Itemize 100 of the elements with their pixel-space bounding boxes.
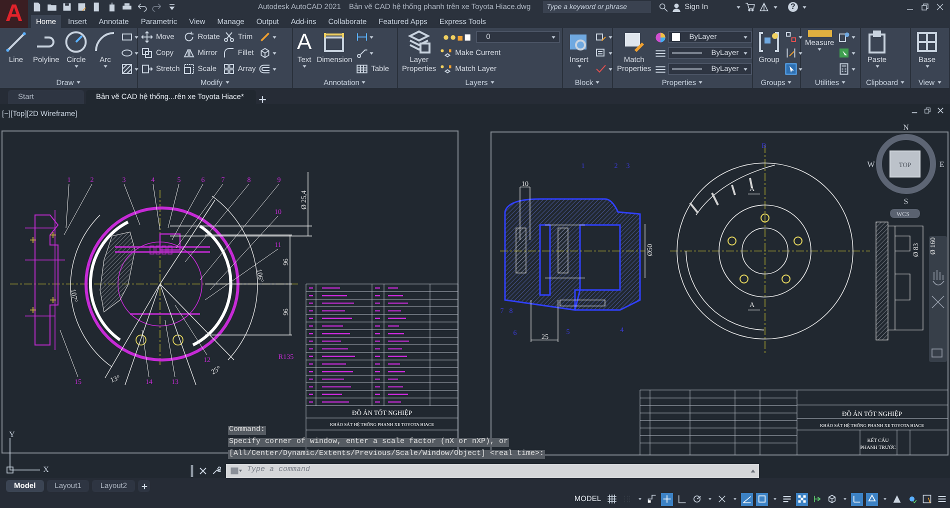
tool-button[interactable] — [838, 46, 856, 60]
fillet-icon — [222, 47, 235, 59]
caret-icon — [743, 50, 748, 56]
transparency-icon — [797, 494, 807, 504]
caret-icon — [851, 66, 856, 72]
caret-icon — [798, 50, 803, 56]
tool-button[interactable] — [121, 62, 140, 76]
caret-icon — [369, 34, 374, 40]
cursor-icon — [662, 494, 672, 504]
print-icon[interactable] — [122, 2, 132, 12]
undo-icon[interactable] — [137, 2, 147, 12]
compass-north: N — [903, 123, 909, 132]
tool-button[interactable] — [258, 46, 277, 60]
caret-icon — [842, 496, 848, 502]
grip-icon[interactable] — [190, 464, 194, 476]
save-as-icon[interactable] — [77, 2, 87, 12]
swatch-icon — [672, 33, 680, 41]
caret-icon — [224, 80, 230, 85]
new-layout-button[interactable] — [138, 480, 150, 492]
caret-icon — [490, 80, 495, 85]
zoom-icon[interactable] — [932, 296, 944, 308]
compass-ring[interactable] — [876, 134, 936, 194]
hand-icon[interactable] — [932, 270, 944, 286]
caret-icon — [773, 4, 778, 10]
tool-button[interactable] — [785, 46, 803, 60]
dimension-icon — [322, 30, 346, 54]
mirror-icon — [182, 47, 195, 59]
select-icon — [838, 47, 850, 59]
upload-icon[interactable] — [107, 2, 117, 12]
status-toggle[interactable] — [891, 492, 903, 506]
pencil-icon — [258, 31, 271, 43]
group-select-icon — [785, 63, 797, 75]
scissors-icon — [222, 31, 235, 43]
caret-icon — [936, 80, 942, 85]
caret-icon — [551, 34, 556, 40]
close-icon[interactable] — [937, 107, 944, 114]
group-edit-icon — [785, 47, 797, 59]
status-toggle[interactable] — [866, 492, 878, 506]
status-toggle[interactable] — [606, 492, 618, 506]
triangle-icon[interactable] — [759, 2, 769, 12]
folder-icon[interactable] — [47, 2, 57, 12]
array-icon — [222, 63, 235, 75]
lineweight-icon — [782, 494, 792, 504]
close-icon[interactable] — [936, 3, 944, 11]
tool-button[interactable] — [838, 30, 856, 44]
caret-icon — [608, 50, 613, 56]
isolate-icon — [922, 494, 932, 504]
circle-icon — [64, 30, 88, 54]
tool-button[interactable] — [258, 62, 277, 76]
tool-button[interactable] — [838, 62, 856, 76]
text-tool-glyph: A — [297, 30, 312, 54]
caret-icon — [636, 496, 642, 502]
status-toggle[interactable] — [646, 492, 658, 506]
save-icon[interactable] — [62, 2, 72, 12]
status-toggle[interactable] — [661, 492, 673, 506]
caret-icon[interactable] — [750, 468, 756, 474]
status-toggle[interactable] — [756, 492, 768, 506]
status-toggle[interactable] — [826, 492, 838, 506]
offset-icon — [258, 63, 271, 75]
caret-icon — [900, 80, 906, 85]
ucs-menu[interactable] — [890, 209, 920, 218]
restore-icon[interactable] — [921, 3, 929, 11]
lines-icon — [655, 64, 666, 74]
document-icon[interactable] — [92, 2, 102, 12]
tool-button[interactable] — [785, 62, 803, 76]
caret-icon — [272, 66, 277, 72]
caret-icon — [841, 80, 846, 85]
status-toggle[interactable] — [691, 492, 703, 506]
dropdown-icon[interactable] — [167, 2, 177, 12]
caret-icon — [787, 80, 792, 85]
help-button[interactable]: ? — [788, 2, 798, 12]
play-icon[interactable] — [932, 348, 942, 358]
status-toggle[interactable] — [741, 492, 753, 506]
navigation-bar[interactable] — [929, 236, 947, 362]
status-toggle[interactable] — [796, 492, 808, 506]
line-icon — [4, 30, 28, 54]
close-icon[interactable] — [199, 466, 207, 474]
lines-icon — [655, 48, 666, 58]
search-icon[interactable] — [658, 2, 668, 12]
new-file-icon[interactable] — [32, 2, 42, 12]
wrench-icon[interactable] — [212, 466, 221, 475]
linear-dimension-icon — [356, 31, 368, 43]
restore-icon[interactable] — [924, 107, 931, 114]
new-tab-icon[interactable] — [258, 95, 267, 104]
caret-icon — [134, 34, 140, 40]
isometric-icon — [717, 494, 727, 504]
status-toggle[interactable] — [921, 492, 933, 506]
cart-icon[interactable] — [745, 2, 755, 12]
caret-icon — [772, 496, 778, 502]
status-toggle[interactable] — [676, 492, 688, 506]
compass-south: S — [904, 197, 908, 206]
redo-icon[interactable] — [152, 2, 162, 12]
caret-icon — [595, 80, 600, 85]
caret-icon — [798, 34, 803, 40]
status-toggle[interactable] — [851, 492, 863, 506]
table-icon — [356, 63, 368, 75]
caret-icon — [272, 34, 277, 40]
status-toggle[interactable] — [716, 492, 728, 506]
rotate-icon — [182, 31, 195, 43]
tool-button[interactable] — [785, 30, 803, 44]
